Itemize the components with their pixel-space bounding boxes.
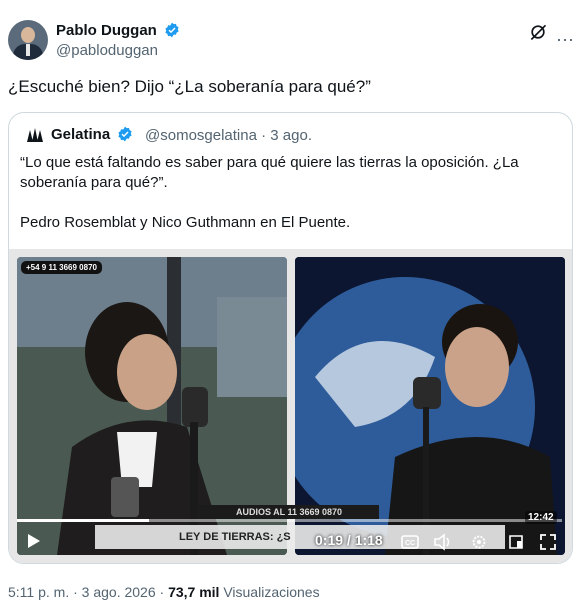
video-time: 0:19 / 1:18 (315, 532, 383, 548)
views-count: 73,7 mil (168, 584, 220, 600)
video-player[interactable]: +54 9 11 3669 0870 AUDIOS AL 11 3669 087… (9, 249, 572, 563)
ticker-top: AUDIOS AL 11 3669 0870 (199, 505, 379, 519)
quote-handle-date[interactable]: @somosgelatina · 3 ago. (145, 127, 312, 144)
author-name-row[interactable]: Pablo Duggan (56, 22, 180, 39)
tweet-text: ¿Escuché bien? Dijo “¿La soberanía para … (8, 77, 371, 96)
tweet-timestamp[interactable]: 5:11 p. m. · 3 ago. 2026 · (8, 584, 168, 600)
settings-gear-icon[interactable] (471, 534, 487, 550)
clock-overlay: 12:42 (525, 511, 557, 524)
quoted-tweet[interactable]: Gelatina @somosgelatina · 3 ago. “Lo que… (8, 112, 573, 564)
verified-badge-icon (165, 22, 179, 38)
quote-text: “Lo que está faltando es saber para qué … (20, 154, 519, 231)
views-label: Visualizaciones (219, 584, 320, 600)
quote-author-row[interactable]: Gelatina (51, 126, 133, 143)
svg-text:CC: CC (405, 540, 415, 547)
avatar[interactable] (8, 20, 48, 60)
quote-author-name[interactable]: Gelatina (51, 126, 110, 143)
grok-icon[interactable] (528, 22, 548, 42)
pip-icon[interactable] (507, 533, 525, 551)
tweet-meta: 5:11 p. m. · 3 ago. 2026 · 73,7 mil Visu… (8, 584, 320, 600)
author-handle[interactable]: @pabloduggan (56, 42, 158, 59)
more-options-icon[interactable]: ⋯ (556, 30, 575, 51)
gelatina-logo-icon[interactable] (25, 127, 45, 143)
progress-fill[interactable] (17, 519, 149, 522)
ticker-text: LEY DE TIERRAS: ¿S (179, 531, 291, 543)
author-name[interactable]: Pablo Duggan (56, 22, 157, 39)
play-icon[interactable] (27, 533, 41, 549)
captions-icon[interactable]: CC (401, 535, 419, 549)
verified-badge-icon (118, 126, 132, 142)
fullscreen-icon[interactable] (539, 533, 557, 551)
volume-icon[interactable] (433, 533, 453, 551)
whatsapp-badge: +54 9 11 3669 0870 (21, 261, 102, 274)
